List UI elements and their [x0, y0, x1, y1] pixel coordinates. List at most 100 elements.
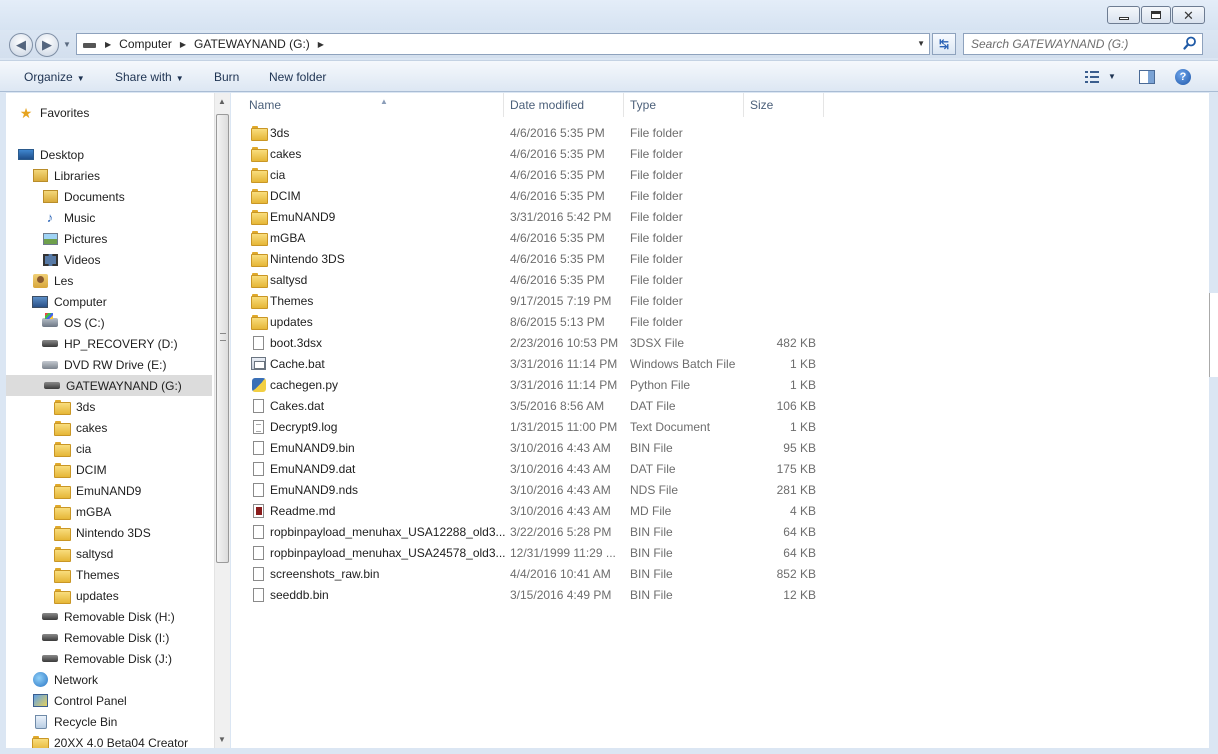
- nav-item[interactable]: Libraries: [32, 165, 100, 186]
- file-row[interactable]: Cakes.dat 3/5/2016 8:56 AM DAT File 106 KB: [231, 396, 1209, 417]
- file-row[interactable]: Cache.bat 3/31/2016 11:14 PM Windows Batch…: [231, 354, 1209, 375]
- file-row[interactable]: boot.3dsx 2/23/2016 10:53 PM 3DSX File 482 …: [231, 333, 1209, 354]
- folder-icon: [54, 463, 71, 478]
- file-row[interactable]: EmuNAND9 3/31/2016 5:42 PM File folder: [231, 207, 1209, 228]
- breadcrumb-drive[interactable]: GATEWAYNAND (G:): [194, 37, 310, 51]
- chevron-right-icon[interactable]: ▶: [318, 40, 324, 49]
- file-row[interactable]: EmuNAND9.nds 3/10/2016 4:43 AM NDS File 281…: [231, 480, 1209, 501]
- burn-button[interactable]: Burn: [214, 70, 239, 84]
- chevron-right-icon[interactable]: ▶: [105, 40, 111, 49]
- nav-item[interactable]: Removable Disk (H:): [42, 606, 175, 627]
- file-row[interactable]: ropbinpayload_menuhax_USA12288_old3... 3/…: [231, 522, 1209, 543]
- file-row[interactable]: seeddb.bin 3/15/2016 4:49 PM BIN File 12 KB: [231, 585, 1209, 606]
- nav-item[interactable]: EmuNAND9: [54, 480, 141, 501]
- close-button[interactable]: ✕: [1172, 6, 1205, 24]
- file-row[interactable]: Decrypt9.log 1/31/2015 11:00 PM Text Docum…: [231, 417, 1209, 438]
- nav-item[interactable]: Themes: [54, 564, 119, 585]
- navigation-scrollbar[interactable]: ▲ ▼: [214, 93, 230, 748]
- folder-icon: [54, 547, 71, 562]
- file-size: 4 KB: [789, 504, 816, 518]
- markdown-file-icon: [251, 504, 267, 518]
- nav-item-label: HP_RECOVERY (D:): [64, 336, 178, 351]
- new-folder-button[interactable]: New folder: [269, 70, 326, 84]
- refresh-button[interactable]: ↹: [932, 33, 956, 55]
- nav-item-label: cia: [76, 441, 92, 456]
- file-row[interactable]: screenshots_raw.bin 4/4/2016 10:41 AM BIN …: [231, 564, 1209, 585]
- column-header-date-modified[interactable]: Date modified: [503, 93, 624, 117]
- preview-pane-icon[interactable]: [1139, 70, 1155, 84]
- nav-item[interactable]: GATEWAYNAND (G:): [6, 375, 212, 396]
- nav-item[interactable]: mGBA: [54, 501, 111, 522]
- file-row[interactable]: Themes 9/17/2015 7:19 PM File folder: [231, 291, 1209, 312]
- column-header-size[interactable]: Size: [743, 93, 824, 117]
- organize-button[interactable]: Organize ▼: [24, 70, 85, 84]
- address-bar[interactable]: ▶ Computer ▶ GATEWAYNAND (G:) ▶ ▼: [76, 33, 930, 55]
- nav-item[interactable]: 20XX 4.0 Beta04 Creator: [32, 732, 188, 748]
- maximize-button[interactable]: [1141, 6, 1171, 24]
- share-with-button[interactable]: Share with ▼: [115, 70, 184, 84]
- drive-icon: [42, 610, 58, 624]
- nav-item[interactable]: ♪ Music: [42, 207, 96, 228]
- address-dropdown-icon[interactable]: ▼: [917, 39, 925, 48]
- nav-item[interactable]: cia: [54, 438, 91, 459]
- back-button[interactable]: ◀: [9, 33, 33, 57]
- file-row[interactable]: Readme.md 3/10/2016 4:43 AM MD File 4 KB: [231, 501, 1209, 522]
- drive-icon: [42, 652, 58, 666]
- nav-item[interactable]: Videos: [42, 249, 100, 270]
- nav-item[interactable]: Nintendo 3DS: [54, 522, 151, 543]
- nav-item[interactable]: 3ds: [54, 396, 95, 417]
- scroll-up-icon[interactable]: ▲: [218, 97, 226, 106]
- file-row[interactable]: cia 4/6/2016 5:35 PM File folder: [231, 165, 1209, 186]
- nav-item[interactable]: Control Panel: [32, 690, 127, 711]
- file-row[interactable]: cachegen.py 3/31/2016 11:14 PM Python File…: [231, 375, 1209, 396]
- file-row[interactable]: EmuNAND9.bin 3/10/2016 4:43 AM BIN File 95 …: [231, 438, 1209, 459]
- nav-item-label: Desktop: [40, 147, 85, 162]
- search-icon[interactable]: [1183, 36, 1197, 50]
- view-options-icon[interactable]: [1085, 71, 1099, 83]
- nav-item[interactable]: Network: [32, 669, 98, 690]
- nav-item[interactable]: Pictures: [42, 228, 107, 249]
- nav-item[interactable]: Removable Disk (J:): [42, 648, 172, 669]
- breadcrumb-computer[interactable]: Computer: [119, 37, 172, 51]
- drive-icon: [44, 379, 60, 393]
- file-row[interactable]: mGBA 4/6/2016 5:35 PM File folder: [231, 228, 1209, 249]
- nav-item[interactable]: OS (C:): [42, 312, 105, 333]
- nav-item[interactable]: updates: [54, 585, 119, 606]
- nav-item[interactable]: Desktop: [18, 144, 84, 165]
- recent-locations-dropdown[interactable]: ▼: [63, 40, 71, 49]
- file-size: 1 KB: [789, 420, 816, 434]
- nav-item[interactable]: DCIM: [54, 459, 107, 480]
- nav-item[interactable]: Computer: [32, 291, 107, 312]
- file-row[interactable]: cakes 4/6/2016 5:35 PM File folder: [231, 144, 1209, 165]
- nav-item[interactable]: HP_RECOVERY (D:): [42, 333, 178, 354]
- column-header-type[interactable]: Type: [623, 93, 744, 117]
- dvd-drive-icon: [42, 358, 58, 372]
- file-row[interactable]: ropbinpayload_menuhax_USA24578_old3... 12…: [231, 543, 1209, 564]
- drive-icon: [42, 631, 58, 645]
- file-row[interactable]: updates 8/6/2015 5:13 PM File folder: [231, 312, 1209, 333]
- nav-item[interactable]: Recycle Bin: [32, 711, 117, 732]
- minimize-button[interactable]: [1107, 6, 1140, 24]
- scrollbar-thumb[interactable]: [216, 114, 229, 563]
- help-icon[interactable]: ?: [1175, 69, 1191, 85]
- view-dropdown-icon[interactable]: ▼: [1108, 72, 1116, 81]
- nav-item[interactable]: Documents: [42, 186, 125, 207]
- command-bar: Organize ▼ Share with ▼ Burn New folder ▼ …: [0, 60, 1218, 92]
- nav-item[interactable]: Les: [32, 270, 73, 291]
- nav-item[interactable]: saltysd: [54, 543, 113, 564]
- nav-item[interactable]: Removable Disk (I:): [42, 627, 169, 648]
- file-row[interactable]: Nintendo 3DS 4/6/2016 5:35 PM File folder: [231, 249, 1209, 270]
- nav-item[interactable]: cakes: [54, 417, 107, 438]
- chevron-right-icon[interactable]: ▶: [180, 40, 186, 49]
- scroll-down-icon[interactable]: ▼: [218, 735, 226, 744]
- nav-item[interactable]: ★ Favorites: [18, 102, 90, 123]
- forward-button[interactable]: ▶: [35, 33, 59, 57]
- column-header-name[interactable]: Name ▲: [242, 93, 504, 117]
- file-row[interactable]: EmuNAND9.dat 3/10/2016 4:43 AM DAT File 175…: [231, 459, 1209, 480]
- search-input[interactable]: Search GATEWAYNAND (G:): [963, 33, 1203, 55]
- file-row[interactable]: 3ds 4/6/2016 5:35 PM File folder: [231, 123, 1209, 144]
- star-icon: ★: [19, 104, 33, 121]
- file-row[interactable]: saltysd 4/6/2016 5:35 PM File folder: [231, 270, 1209, 291]
- nav-item[interactable]: DVD RW Drive (E:): [42, 354, 166, 375]
- file-row[interactable]: DCIM 4/6/2016 5:35 PM File folder: [231, 186, 1209, 207]
